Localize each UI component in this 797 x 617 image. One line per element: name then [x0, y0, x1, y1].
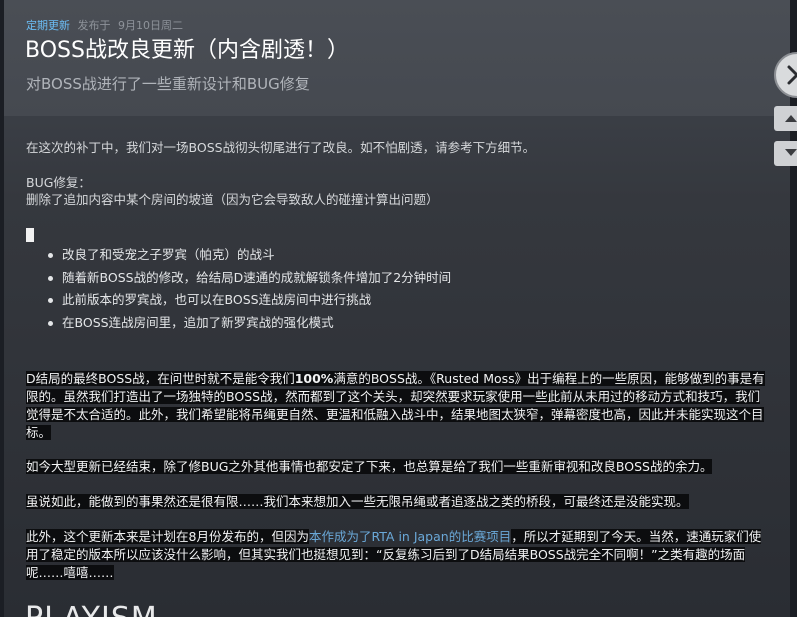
event-title: BOSS战改良更新（内含剧透！） [25, 38, 349, 63]
list-item: 随着新BOSS战的修改，给结局D速通的成就解锁条件增加了2分钟时间 [46, 267, 451, 290]
event-header: 定期更新 发布于 9月10日周二 BOSS战改良更新（内含剧透！） 对BOSS战… [4, 0, 790, 116]
selection-marker [26, 228, 34, 242]
paragraph-delay: 此外，这个更新本来是计划在8月份发布的，但因为本作成为了RTA in Japan… [26, 529, 762, 580]
paragraph-limits: 虽说如此，能做到的事果然还是很有限……我们本来想加入一些无限吊绳或者追逐战之类的… [26, 494, 689, 509]
paragraph-ending-d: D结局的最终BOSS战，在问世时就不是能令我们100%满意的BOSS战。《Rus… [26, 371, 765, 440]
change-list: 改良了和受宠之子罗宾（帕克）的战斗 随着新BOSS战的修改，给结局D速通的成就解… [46, 244, 451, 334]
paragraph-update-done: 如今大型更新已经结束，除了修BUG之外其他事情也都安定了下来，也总算是给了我们一… [26, 459, 713, 474]
posted-label: 发布于 [77, 19, 111, 32]
chevron-down-icon [785, 149, 797, 156]
chevron-up-icon [785, 115, 797, 122]
event-type-tag[interactable]: 定期更新 [26, 19, 70, 32]
bullet-icon [48, 253, 53, 258]
list-item: 在BOSS连战房间里，追加了新罗宾战的强化模式 [46, 312, 451, 335]
list-item: 此前版本的罗宾战，也可以在BOSS连战房间中进行挑战 [46, 289, 451, 312]
bug-fix-line: 删除了追加内容中某个房间的坡道（因为它会导致敌人的碰撞计算出问题） [26, 192, 439, 207]
playism-heading: PLAYISM [25, 602, 158, 617]
rta-in-japan-link[interactable]: RTA in Japan [371, 529, 448, 544]
bug-fix-heading: BUG修复： [26, 175, 91, 190]
event-meta: 定期更新 发布于 9月10日周二 [26, 19, 183, 33]
close-icon [787, 65, 797, 85]
intro-text: 在这次的补丁中，我们对一场BOSS战彻头彻尾进行了改良。如不怕剧透，请参考下方细… [26, 140, 536, 155]
rta-link-suffix[interactable]: 的比赛项目 [449, 529, 512, 544]
previous-event-button[interactable] [774, 106, 797, 131]
bullet-icon [48, 298, 53, 303]
next-event-button[interactable] [774, 141, 797, 166]
event-modal: 定期更新 发布于 9月10日周二 BOSS战改良更新（内含剧透！） 对BOSS战… [4, 0, 790, 617]
rta-link-prefix[interactable]: 本作成为了 [309, 529, 372, 544]
posted-date: 9月10日周二 [118, 19, 183, 32]
list-item: 改良了和受宠之子罗宾（帕克）的战斗 [46, 244, 451, 267]
bullet-icon [48, 320, 53, 326]
bullet-icon [48, 275, 53, 281]
event-subtitle: 对BOSS战进行了一些重新设计和BUG修复 [26, 75, 310, 93]
